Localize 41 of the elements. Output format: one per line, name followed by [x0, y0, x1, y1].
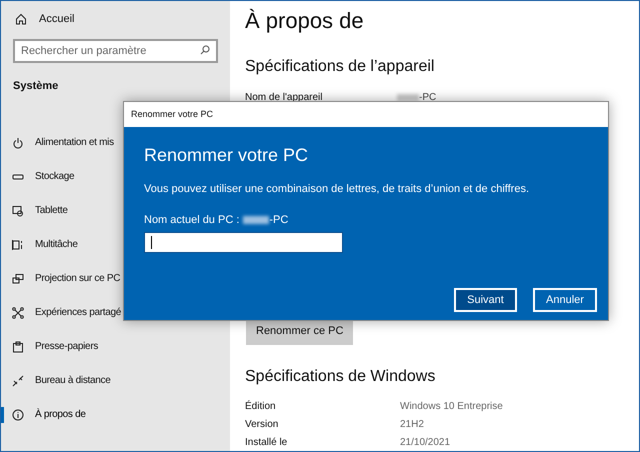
page-title: À propos de: [245, 7, 365, 35]
redacted-mark: [397, 94, 419, 101]
multitask-icon: [12, 238, 24, 250]
search-field[interactable]: Rechercher un paramètre: [13, 39, 218, 63]
sidebar-item[interactable]: Presse-papiers: [1, 330, 230, 364]
spec-label: Installé le: [245, 436, 288, 450]
sidebar-item[interactable]: Projection sur ce PC: [1, 262, 230, 296]
shared-icon: [12, 306, 24, 318]
spec-value: -PC: [419, 91, 436, 105]
spec-label: Nom de l'appareil: [245, 91, 324, 105]
power-icon: [12, 136, 24, 148]
clipboard-icon: [12, 340, 24, 352]
home-icon: [15, 13, 27, 25]
section-heading: Spécifications de Windows: [245, 367, 436, 387]
spec-value: 21H2: [400, 418, 424, 432]
sidebar-item[interactable]: Multitâche: [1, 228, 230, 262]
text-cursor: [151, 236, 152, 249]
current-name-value: -PC: [269, 212, 288, 228]
sidebar-item[interactable]: Bureau à distance: [1, 364, 230, 398]
current-name-label: Nom actuel du PC :: [144, 212, 240, 228]
tablet-icon: [12, 204, 24, 216]
sidebar-item[interactable]: Expériences partagé: [1, 296, 230, 330]
redacted-mark: [243, 216, 270, 224]
remote-icon: [12, 374, 24, 386]
spec-value: 21/10/2021: [400, 436, 450, 450]
spec-value: Windows 10 Entreprise: [400, 400, 503, 414]
section-heading: Spécifications de l’appareil: [245, 57, 436, 77]
home-link[interactable]: Accueil: [39, 10, 74, 28]
info-icon: [12, 408, 24, 420]
dialog-description: Vous pouvez utiliser une combinaison de lettres, de traits d’union et de chiffres.: [144, 182, 530, 197]
projector-icon: [12, 272, 24, 284]
dialog-title: Renommer votre PC: [131, 108, 214, 121]
search-icon: [200, 45, 210, 55]
next-button[interactable]: Suivant: [454, 288, 517, 312]
cancel-button[interactable]: Annuler: [533, 288, 597, 312]
sidebar-item[interactable]: À propos de: [1, 398, 230, 432]
section-heading: Système: [13, 79, 60, 94]
spec-label: Version: [245, 418, 280, 432]
dialog-heading: Renommer votre PC: [144, 144, 310, 167]
name-input[interactable]: [144, 232, 343, 253]
spec-label: Édition: [245, 399, 277, 414]
